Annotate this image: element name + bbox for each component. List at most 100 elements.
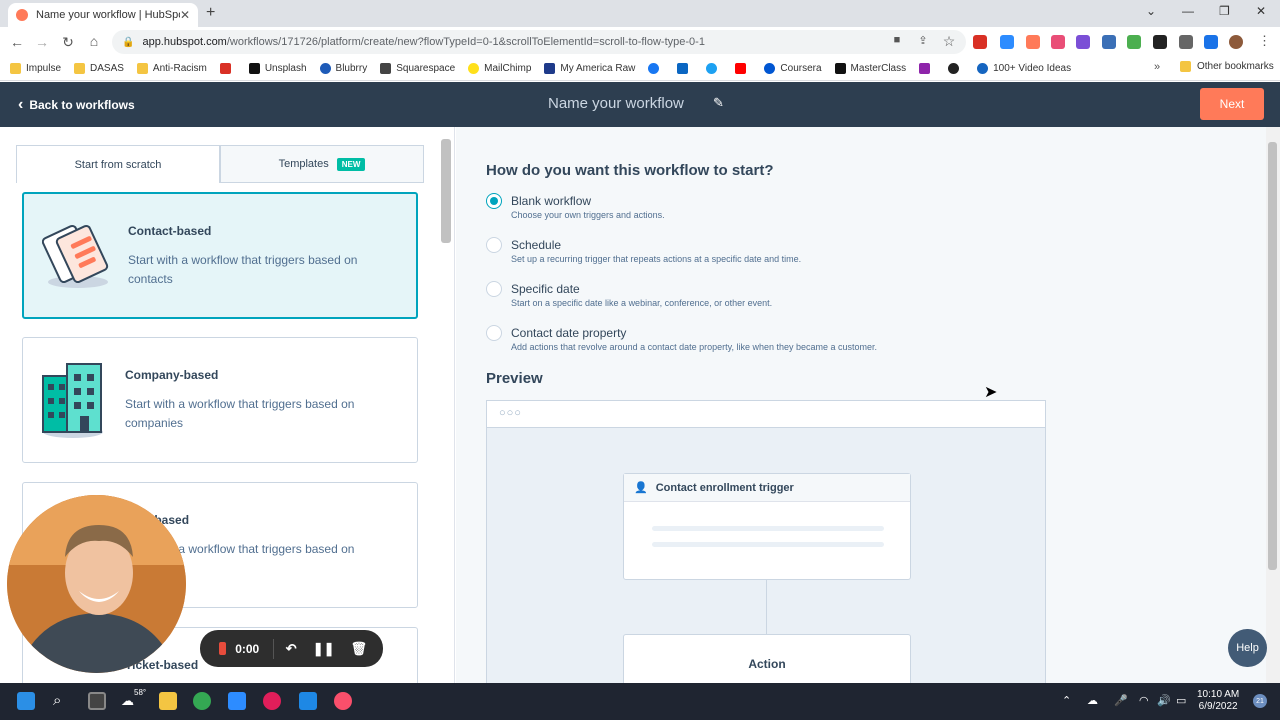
extension-icon[interactable] <box>1076 35 1090 49</box>
bookmark-item[interactable]: Coursera <box>764 63 822 74</box>
notification-badge[interactable]: 21 <box>1253 694 1267 708</box>
extension-icon[interactable] <box>1127 35 1141 49</box>
workflow-preview: ○○○ 👤 Contact enrollment trigger Action <box>486 400 1046 690</box>
bookmark-item[interactable] <box>648 63 664 74</box>
wifi-icon[interactable]: ◠ <box>1139 694 1149 707</box>
close-tab-icon[interactable]: ✕ <box>180 8 190 22</box>
back-icon[interactable]: ← <box>4 34 30 50</box>
itunes-icon[interactable] <box>334 692 352 710</box>
page-scrollbar[interactable] <box>1268 142 1277 570</box>
reload-icon[interactable]: ↻ <box>55 34 81 51</box>
radio-button[interactable] <box>486 281 502 297</box>
bookmark-item[interactable]: MailChimp <box>468 63 531 74</box>
menu-kebab-icon[interactable]: ⋮ <box>1258 33 1271 49</box>
bookmark-item[interactable]: DASAS <box>74 63 124 74</box>
microphone-icon[interactable]: 🎤 <box>1114 694 1128 707</box>
pause-icon[interactable]: ❚❚ <box>313 641 335 657</box>
workflow-name[interactable]: Name your workflow <box>548 95 684 112</box>
bookmark-icon <box>977 63 989 74</box>
url-field[interactable]: 🔒 app.hubspot.com/workflows/171726/platf… <box>112 30 966 54</box>
extension-icon[interactable] <box>1102 35 1116 49</box>
bookmark-star-icon[interactable]: ☆ <box>936 33 962 50</box>
option-description: Start on a specific date like a webinar,… <box>511 298 773 308</box>
url-domain: app.hubspot.com <box>142 36 227 48</box>
bookmark-item[interactable]: Anti-Racism <box>136 63 207 74</box>
profile-avatar-icon[interactable] <box>1229 35 1243 49</box>
bookmark-item[interactable] <box>219 63 236 74</box>
extensions-puzzle-icon[interactable] <box>1179 35 1193 49</box>
notepad-icon[interactable] <box>299 692 317 710</box>
forward-icon[interactable]: → <box>29 34 55 50</box>
other-bookmarks[interactable]: Other bookmarks <box>1180 61 1274 72</box>
pencil-icon[interactable]: ✎ <box>713 95 724 111</box>
volume-icon[interactable]: 🔊 <box>1157 694 1171 707</box>
trash-icon[interactable]: 🗑 <box>350 641 367 657</box>
battery-icon[interactable]: ▭ <box>1176 694 1186 707</box>
bookmark-item[interactable]: MasterClass <box>834 63 906 74</box>
weather-icon[interactable]: ☁ <box>121 693 134 709</box>
option-label: Specific date <box>511 282 580 296</box>
task-view-icon[interactable] <box>88 692 106 710</box>
bookmark-item[interactable]: Blubrry <box>319 63 367 74</box>
chevron-up-icon[interactable]: ⌃ <box>1062 694 1071 707</box>
hubspot-extension-icon[interactable] <box>1026 35 1040 49</box>
trigger-label: Contact enrollment trigger <box>655 481 794 494</box>
radio-button[interactable] <box>486 325 502 341</box>
tab-start-from-scratch[interactable]: Start from scratch <box>16 145 220 183</box>
unsplash-icon <box>248 63 260 74</box>
new-tab-icon[interactable]: + <box>206 4 215 22</box>
bookmark-item[interactable] <box>706 63 722 74</box>
back-to-workflows-link[interactable]: ‹ Back to workflows <box>18 96 135 114</box>
camera-icon[interactable]: ■ <box>884 34 910 46</box>
option-description: Add actions that revolve around a contac… <box>511 342 878 352</box>
side-panel-icon[interactable] <box>1204 35 1218 49</box>
extension-icon[interactable] <box>973 35 987 49</box>
bookmark-item[interactable] <box>919 63 935 74</box>
folder-icon <box>10 63 21 74</box>
bookmark-item[interactable]: Impulse <box>10 63 61 74</box>
share-icon[interactable]: ⇪ <box>910 34 936 47</box>
zoom-icon[interactable] <box>228 692 246 710</box>
slack-icon[interactable] <box>263 692 281 710</box>
undo-icon[interactable]: ↶ <box>286 641 297 657</box>
bookmark-item[interactable] <box>677 63 693 74</box>
bookmark-item[interactable]: 100+ Video Ideas <box>977 63 1071 74</box>
onedrive-icon[interactable]: ☁ <box>1087 694 1098 707</box>
radio-button[interactable] <box>486 237 502 253</box>
panel-scrollbar[interactable] <box>441 139 451 243</box>
card-contact-based[interactable]: Contact-based Start with a workflow that… <box>22 192 418 319</box>
radio-button[interactable] <box>486 193 502 209</box>
file-explorer-icon[interactable] <box>159 692 177 710</box>
extension-icon[interactable] <box>1051 35 1065 49</box>
home-icon[interactable]: ⌂ <box>81 33 107 49</box>
bookmark-item[interactable] <box>735 63 751 74</box>
chrome-icon[interactable] <box>193 692 211 710</box>
maximize-icon[interactable]: ❐ <box>1219 4 1230 18</box>
facebook-icon <box>648 63 660 74</box>
option-label: Blank workflow <box>511 194 592 208</box>
chevron-left-icon: ‹ <box>18 96 24 113</box>
stop-recording-icon[interactable] <box>219 642 227 655</box>
minimize-icon[interactable]: — <box>1182 4 1194 18</box>
extension-icon[interactable] <box>1153 35 1167 49</box>
bookmark-item[interactable]: My America Raw <box>544 63 635 74</box>
system-clock[interactable]: 10:10 AM 6/9/2022 <box>1197 689 1239 713</box>
next-button[interactable]: Next <box>1200 88 1264 120</box>
panel-tabs: Start from scratch Templates NEW <box>16 145 424 183</box>
zoom-extension-icon[interactable] <box>1000 35 1014 49</box>
help-button[interactable]: Help <box>1228 629 1267 667</box>
tab-search-icon[interactable]: ⌄ <box>1146 4 1156 18</box>
windows-start-icon[interactable] <box>17 692 35 710</box>
more-bookmarks-icon[interactable]: » <box>1154 61 1160 73</box>
tab-templates[interactable]: Templates NEW <box>220 145 424 183</box>
bookmark-item[interactable]: Unsplash <box>248 63 307 74</box>
card-title: Company-based <box>125 368 219 382</box>
close-window-icon[interactable]: ✕ <box>1256 4 1266 18</box>
card-company-based[interactable]: Company-based Start with a workflow that… <box>22 337 418 463</box>
bookmark-icon <box>544 63 556 74</box>
preview-window-bar: ○○○ <box>487 401 1045 428</box>
bookmark-item[interactable] <box>948 63 964 74</box>
search-icon[interactable]: ⌕ <box>53 692 61 709</box>
bookmark-item[interactable]: Squarespace <box>380 63 455 74</box>
browser-tab[interactable]: Name your workflow | HubSpot ✕ <box>8 3 198 27</box>
